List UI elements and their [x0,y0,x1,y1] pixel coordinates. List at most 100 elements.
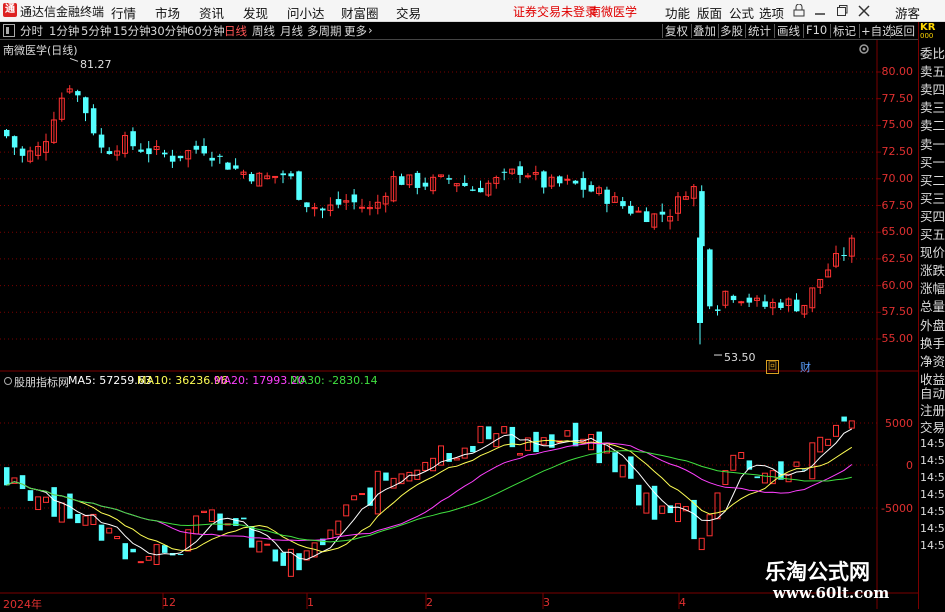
indicator-bar-down [485,426,492,440]
price-tick-label: 75.00 [881,118,914,132]
toolbar-divider [662,24,663,38]
period-15min[interactable]: 15分钟 [113,23,151,39]
period-60min[interactable]: 60分钟 [187,23,225,39]
toolbar-divider [774,24,775,38]
candle-body-down [146,148,152,155]
period-30min[interactable]: 30分钟 [150,23,188,39]
quote-field-label: 涨幅 [920,281,945,297]
chart-grid [0,40,918,609]
btn-draw[interactable]: 画线 [777,23,800,39]
high-marker-line [69,57,79,62]
menu-xiaoda[interactable]: 问小达 [287,3,325,22]
candle-body-down [541,171,547,188]
indicator-bar-up [201,510,207,513]
period-weekly[interactable]: 周线 [252,23,275,39]
candle-body-down [659,211,666,215]
trade-login-notice[interactable]: 证券交易未登录 [513,3,597,20]
menu-wealth[interactable]: 财富圈 [341,3,379,22]
user-guest[interactable]: 游客 [895,3,920,22]
menu-functions[interactable]: 功能 [665,3,690,22]
indicator-bar-up [730,454,737,471]
menu-news[interactable]: 资讯 [199,3,224,22]
quote-field-label: 收益 [920,371,945,387]
candle-body-down [470,189,476,191]
menu-trade[interactable]: 交易 [396,3,421,22]
restore-icon[interactable] [836,4,848,17]
kline-chart-area[interactable] [0,40,945,609]
quote-field-label: 现价 [920,245,945,261]
title-stock-name: 南微医学 [589,5,638,19]
btn-stats[interactable]: 统计 [748,23,771,39]
price-tick-label: 60.00 [881,278,914,292]
menu-market[interactable]: 市场 [155,3,180,22]
menu-options[interactable]: 选项 [759,3,784,22]
candle-body-down [335,199,342,205]
chevron-right-icon[interactable]: › [368,23,373,37]
app-title: 通达信金融终端 [20,5,105,19]
indicator-bar-up [793,461,800,467]
settings-gear-icon[interactable] [855,42,873,56]
btn-back[interactable]: 返回 [892,23,915,39]
period-multi[interactable]: 多周期 [307,23,342,39]
candle-body-up [272,175,279,178]
tick-time: 14:56 [920,505,945,518]
candle-body-down [162,152,168,155]
indicator-settings-icon[interactable] [3,376,13,386]
price-tick-label: 67.50 [881,198,914,212]
indicator-bar-up [809,442,816,480]
btn-multi-stock[interactable]: 多股 [720,23,743,39]
quote-field-label: 委比 [920,46,945,61]
lock-icon[interactable] [792,4,806,17]
indicator-bar-down [130,548,136,553]
indicator-bar-down [217,513,223,531]
candle-body-down [130,131,136,147]
indicator-bar-up [351,495,358,501]
btn-add-watchlist[interactable]: +自选 [861,23,894,39]
menu-quotes[interactable]: 行情 [111,3,136,22]
indicator-bar-up [343,504,350,517]
period-monthly[interactable]: 月线 [280,23,303,39]
btn-overlay[interactable]: 叠加 [693,23,716,39]
sidebar-toggle-icon[interactable] [3,24,15,37]
toolbar-divider [803,24,804,38]
period-more[interactable]: 更多 [344,23,367,39]
period-intraday[interactable]: 分时 [20,23,43,39]
indicator-bar-down [122,543,128,560]
btn-adjust[interactable]: 复权 [665,23,688,39]
quote-action-label[interactable]: 交易 [920,420,945,435]
candle-body-down [462,182,468,186]
menu-formula[interactable]: 公式 [729,3,754,22]
tick-time: 14:55 [920,454,945,467]
toolbar-divider [691,24,692,38]
indicator-bar-up [564,430,571,437]
menu-layout[interactable]: 版面 [697,3,722,22]
close-icon[interactable] [858,4,870,17]
period-5min[interactable]: 5分钟 [81,23,111,39]
indicator-bar-down [241,517,247,520]
quote-field-label: 外盘 [920,317,945,333]
event-marker-finance[interactable]: 财 [800,359,811,375]
quote-action-label[interactable]: 自动 [920,386,945,401]
period-daily[interactable]: 日线 [224,23,247,39]
event-marker-rollback[interactable]: 回 [766,360,779,374]
indicator-bar-up [43,496,49,503]
candle-body-down [83,97,89,114]
btn-mark[interactable]: 标记 [833,23,856,39]
btn-f10[interactable]: F10 [806,23,827,37]
indicator-bar-down [383,472,389,481]
quote-action-label[interactable]: 注册 [920,403,945,418]
indicator-bar-up [256,540,263,553]
period-1min[interactable]: 1分钟 [49,23,79,39]
indicator-bars [4,416,855,577]
candle-body-down [778,302,784,308]
x-axis-month-2: 2 [426,596,433,609]
indicator-bar-down [51,487,57,517]
candle-body-down [517,166,523,175]
indicator-name[interactable]: 股朋指标网 [14,374,69,390]
toolbar-divider [830,24,831,38]
indicator-bar-down [19,475,26,490]
minimize-icon[interactable] [814,4,826,17]
candle-body-down [248,173,255,182]
tick-time: 14:55 [920,437,945,450]
menu-discover[interactable]: 发现 [243,3,268,22]
